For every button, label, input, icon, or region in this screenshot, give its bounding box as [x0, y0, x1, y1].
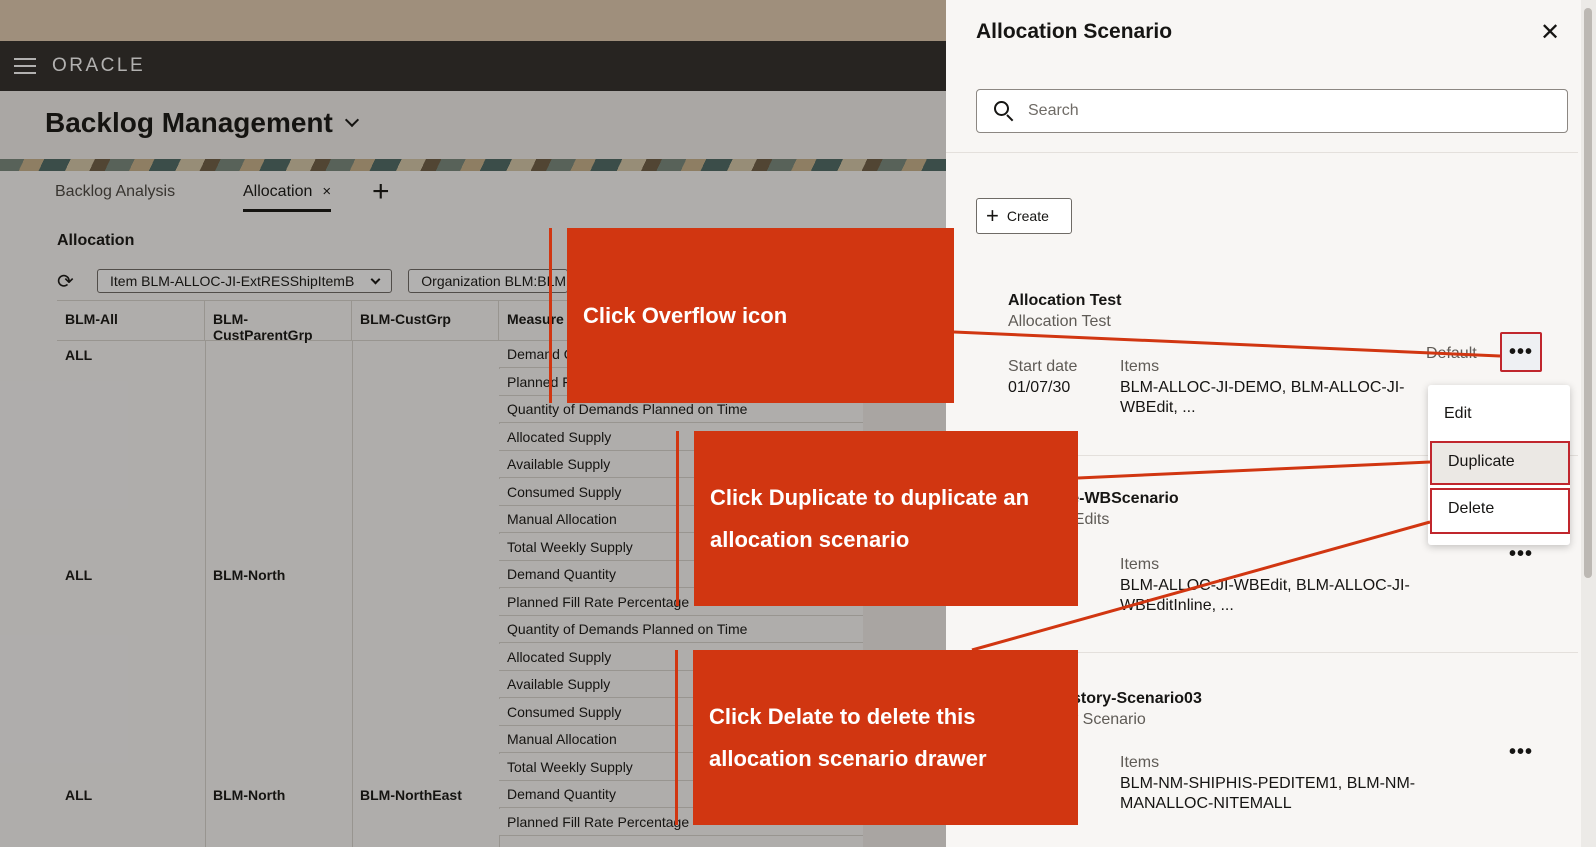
callout-overflow-text: Click Overflow icon — [583, 302, 788, 328]
start-date-label: Start date — [1008, 358, 1078, 375]
callout-duplicate-text: Click Duplicate to duplicate an allocati… — [710, 484, 1030, 552]
default-badge: Default — [1426, 345, 1477, 362]
start-date-value: 01/07/30 — [1008, 379, 1071, 396]
create-button-label: Create — [1006, 208, 1049, 224]
search-icon — [994, 101, 1014, 122]
callout-bracket — [676, 431, 679, 606]
callout-delete: Click Delate to delete this allocation s… — [693, 650, 1078, 825]
items-label: Items — [1120, 754, 1160, 771]
plus-icon: + — [986, 203, 999, 228]
scenario-name: Allocation Test — [1008, 292, 1122, 309]
divider — [946, 152, 1578, 153]
items-value: BLM-ALLOC-JI-WBEdit, BLM-ALLOC-JI-WBEdit… — [1120, 577, 1410, 614]
items-value: BLM-NM-SHIPHIS-PEDITEM1, BLM-NM-MANALLOC… — [1120, 775, 1416, 812]
overflow-menu-button[interactable]: ••• — [1500, 332, 1542, 372]
callout-bracket — [549, 228, 552, 403]
scenario-description: ory Scenario — [1056, 711, 1146, 728]
create-button[interactable]: + Create — [976, 198, 1072, 234]
menu-item-delete[interactable]: Delete — [1430, 488, 1570, 534]
scrollbar-thumb[interactable] — [1584, 8, 1592, 578]
menu-item-edit[interactable]: Edit — [1428, 395, 1570, 439]
search-input[interactable] — [1028, 102, 1548, 120]
close-icon[interactable]: ✕ — [1540, 18, 1560, 47]
items-value: BLM-ALLOC-JI-DEMO, BLM-ALLOC-JI-WBEdit, … — [1120, 379, 1405, 416]
drawer-title: Allocation Scenario — [976, 20, 1173, 43]
overflow-menu-button[interactable]: ••• — [1500, 732, 1542, 772]
scenario-card[interactable]: History-Scenario03 ory Scenario — [1008, 690, 1568, 729]
items-label: Items — [1120, 556, 1160, 573]
menu-item-duplicate[interactable]: Duplicate — [1430, 441, 1570, 485]
callout-duplicate: Click Duplicate to duplicate an allocati… — [694, 431, 1078, 606]
overflow-menu: Edit Duplicate Delete — [1428, 385, 1570, 545]
callout-delete-text: Click Delate to delete this allocation s… — [709, 703, 987, 771]
scenario-description: Allocation Test — [1008, 313, 1111, 330]
scenario-card[interactable]: Allocation Test Allocation Test — [1008, 292, 1568, 331]
items-label: Items — [1120, 358, 1160, 375]
scenario-name: History-Scenario03 — [1056, 690, 1202, 707]
callout-bracket — [675, 650, 678, 825]
callout-overflow: Click Overflow icon — [567, 228, 954, 403]
search-field[interactable] — [976, 89, 1568, 133]
